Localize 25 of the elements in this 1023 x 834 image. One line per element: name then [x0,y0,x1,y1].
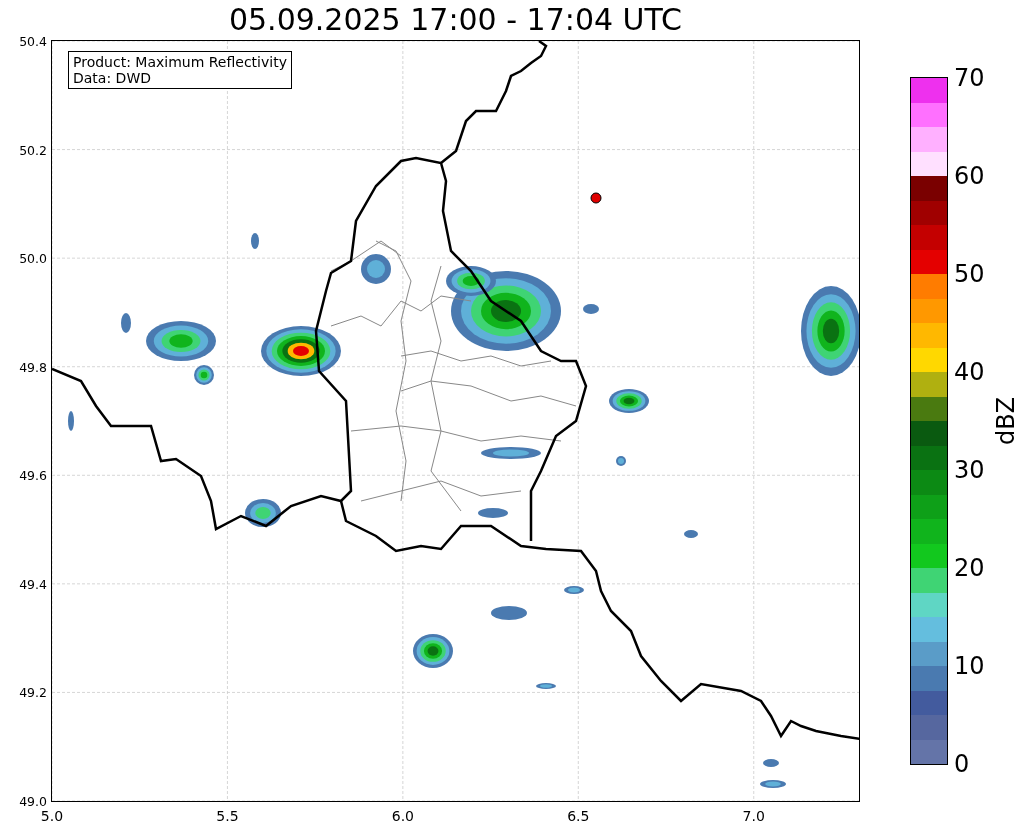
x-tick-label: 6.5 [567,808,590,824]
x-tick-label: 5.5 [216,808,239,824]
y-tick-label: 49.0 [19,793,47,809]
colorbar-tick-label: 40 [954,358,985,386]
colorbar-tick-label: 50 [954,260,985,288]
colorbar-tick-label: 30 [954,456,985,484]
y-tick-label: 49.8 [19,359,47,375]
y-tick-label: 50.2 [19,142,47,158]
colorbar-tick-label: 70 [954,64,985,92]
y-tick-label: 50.0 [19,250,47,266]
y-tick-label: 49.2 [19,684,47,700]
colorbar-label: dBZ [992,396,1021,446]
y-tick-label: 50.4 [19,33,47,49]
colorbar-tick-label: 20 [954,554,985,582]
chart-title: 05.09.2025 17:00 - 17:04 UTC [227,1,684,39]
info-text: Data: DWD [73,70,152,86]
colorbar-tick-label: 0 [954,750,970,778]
x-tick-label: 5.0 [40,808,64,824]
y-tick-label: 49.4 [19,576,47,592]
x-tick-label: 6.0 [391,808,414,824]
info-text: Product: Maximum Reflectivity [73,54,287,70]
colorbar-tick-label: 10 [954,652,985,680]
y-tick-label: 49.6 [19,467,47,483]
x-tick-label: 7.0 [742,808,765,824]
colorbar-tick-label: 60 [954,162,985,190]
